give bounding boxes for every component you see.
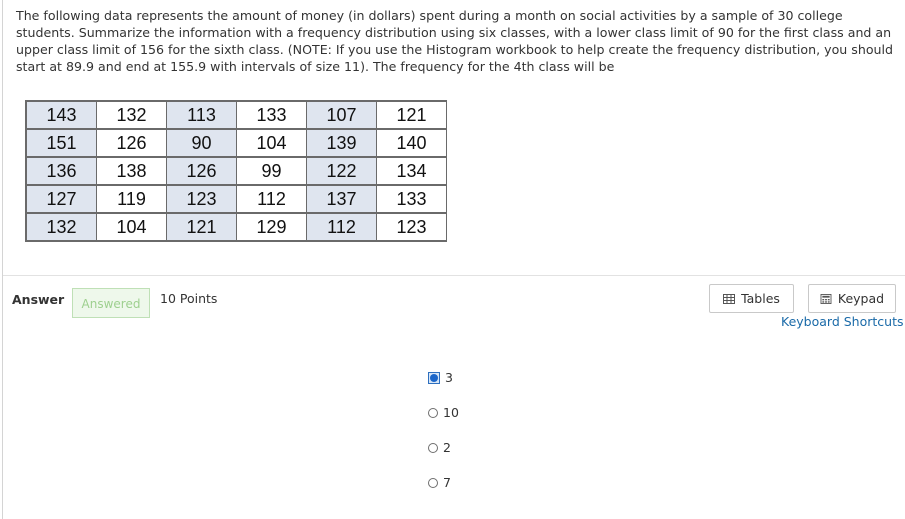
table-cell: 119 — [96, 185, 167, 214]
keypad-icon — [820, 293, 832, 304]
table-cell: 112 — [236, 185, 307, 214]
keypad-button-label: Keypad — [837, 291, 885, 306]
table-cell: 139 — [306, 129, 377, 158]
table-cell: 151 — [26, 129, 97, 158]
table-cell: 104 — [236, 129, 307, 158]
radio-button[interactable] — [428, 407, 438, 418]
table-row: 143 132 113 133 107 121 — [26, 101, 447, 130]
option-10[interactable]: 10 — [428, 405, 459, 420]
table-cell: 122 — [306, 157, 377, 186]
radio-button[interactable] — [428, 442, 438, 453]
table-row: 136 138 126 99 122 134 — [26, 157, 447, 186]
tables-button[interactable]: Tables — [709, 284, 794, 313]
option-3[interactable]: 3 — [428, 370, 453, 385]
table-cell: 99 — [236, 157, 307, 186]
table-cell: 129 — [236, 213, 307, 242]
question-text: The following data represents the amount… — [16, 8, 893, 74]
tables-button-label: Tables — [741, 291, 780, 306]
table-cell: 126 — [166, 157, 237, 186]
table-cell: 104 — [96, 213, 167, 242]
data-table: 143 132 113 133 107 121 151 126 90 104 139 140 136 13… — [25, 100, 447, 242]
table-cell: 132 — [96, 101, 167, 130]
left-border — [2, 0, 3, 519]
option-7[interactable]: 7 — [428, 475, 451, 490]
section-divider — [3, 275, 905, 276]
table-cell: 133 — [236, 101, 307, 130]
radio-selected[interactable] — [428, 371, 440, 384]
option-label: 10 — [443, 405, 459, 420]
table-cell: 132 — [26, 213, 97, 242]
option-label: 7 — [443, 475, 451, 490]
table-cell: 126 — [96, 129, 167, 158]
table-cell: 107 — [306, 101, 377, 130]
option-label: 2 — [443, 440, 451, 455]
table-cell: 133 — [376, 185, 447, 214]
table-cell: 112 — [306, 213, 377, 242]
table-cell: 140 — [376, 129, 447, 158]
table-cell: 121 — [166, 213, 237, 242]
option-label: 3 — [445, 370, 453, 385]
points-label: 10 Points — [160, 291, 218, 306]
table-cell: 123 — [166, 185, 237, 214]
table-grid-icon — [723, 293, 736, 304]
table-cell: 137 — [306, 185, 377, 214]
table-cell: 121 — [376, 101, 447, 130]
table-cell: 113 — [166, 101, 237, 130]
table-row: 132 104 121 129 112 123 — [26, 213, 447, 242]
answer-label: Answer — [12, 292, 65, 307]
answered-status-badge: Answered — [72, 288, 150, 318]
table-cell: 138 — [96, 157, 167, 186]
table-cell: 127 — [26, 185, 97, 214]
keypad-button[interactable]: Keypad — [808, 284, 896, 313]
table-cell: 123 — [376, 213, 447, 242]
table-cell: 134 — [376, 157, 447, 186]
option-2[interactable]: 2 — [428, 440, 451, 455]
table-cell: 136 — [26, 157, 97, 186]
table-row: 151 126 90 104 139 140 — [26, 129, 447, 158]
table-cell: 90 — [166, 129, 237, 158]
radio-button[interactable] — [428, 477, 438, 488]
table-cell: 143 — [26, 101, 97, 130]
table-row: 127 119 123 112 137 133 — [26, 185, 447, 214]
keyboard-shortcuts-link[interactable]: Keyboard Shortcuts — [781, 314, 904, 329]
